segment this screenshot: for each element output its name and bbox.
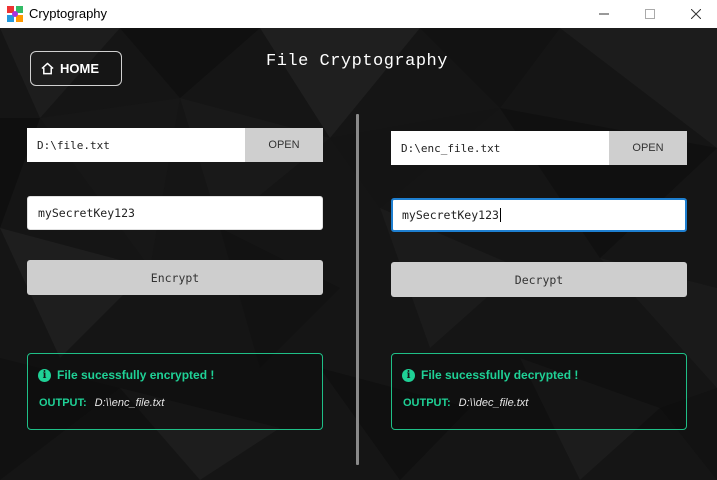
encrypt-status-text: File sucessfully encrypted ! — [57, 368, 215, 382]
encrypt-output-value: D:\\enc_file.txt — [94, 397, 165, 409]
close-button[interactable] — [673, 0, 717, 28]
main-area: HOME File Cryptography D:\file.txt OPEN … — [0, 28, 717, 480]
decrypt-key-input[interactable]: mySecretKey123 — [391, 198, 687, 232]
decrypt-key-value: mySecretKey123 — [402, 208, 499, 222]
encrypt-key-value: mySecretKey123 — [38, 206, 135, 220]
page-title: File Cryptography — [266, 52, 448, 71]
title-bar: Cryptography — [0, 0, 717, 28]
decrypt-output: OUTPUT: D:\\dec_file.txt — [403, 397, 528, 409]
encrypt-open-button[interactable]: OPEN — [245, 128, 323, 162]
decrypt-status-box: i File sucessfully decrypted ! OUTPUT: D… — [391, 353, 687, 430]
encrypt-output: OUTPUT: D:\\enc_file.txt — [39, 397, 164, 409]
window-title: Cryptography — [29, 6, 108, 21]
maximize-icon — [645, 9, 655, 19]
decrypt-button[interactable]: Decrypt — [391, 262, 687, 297]
close-icon — [691, 9, 701, 19]
minimize-button[interactable] — [581, 0, 627, 28]
text-caret — [499, 208, 501, 222]
decrypt-output-label: OUTPUT: — [403, 397, 451, 409]
app-logo-icon — [7, 6, 23, 22]
panel-divider — [356, 114, 359, 465]
home-button[interactable]: HOME — [30, 51, 122, 86]
home-button-label: HOME — [60, 61, 99, 76]
decrypt-output-value: D:\\dec_file.txt — [458, 397, 529, 409]
encrypt-status-box: i File sucessfully encrypted ! OUTPUT: D… — [27, 353, 323, 430]
encrypt-file-path-input[interactable]: D:\file.txt — [27, 128, 245, 162]
info-icon: i — [38, 368, 51, 382]
encrypt-button[interactable]: Encrypt — [27, 260, 323, 295]
encrypt-status-message: i File sucessfully encrypted ! — [38, 368, 214, 382]
encrypt-key-input[interactable]: mySecretKey123 — [27, 196, 323, 230]
encrypt-output-label: OUTPUT: — [39, 397, 87, 409]
home-icon — [41, 62, 54, 75]
decrypt-file-path-input[interactable]: D:\enc_file.txt — [391, 131, 609, 165]
decrypt-status-text: File sucessfully decrypted ! — [421, 368, 579, 382]
decrypt-status-message: i File sucessfully decrypted ! — [402, 368, 578, 382]
info-icon: i — [402, 368, 415, 382]
decrypt-open-button[interactable]: OPEN — [609, 131, 687, 165]
minimize-icon — [599, 13, 609, 15]
maximize-button[interactable] — [627, 0, 673, 28]
